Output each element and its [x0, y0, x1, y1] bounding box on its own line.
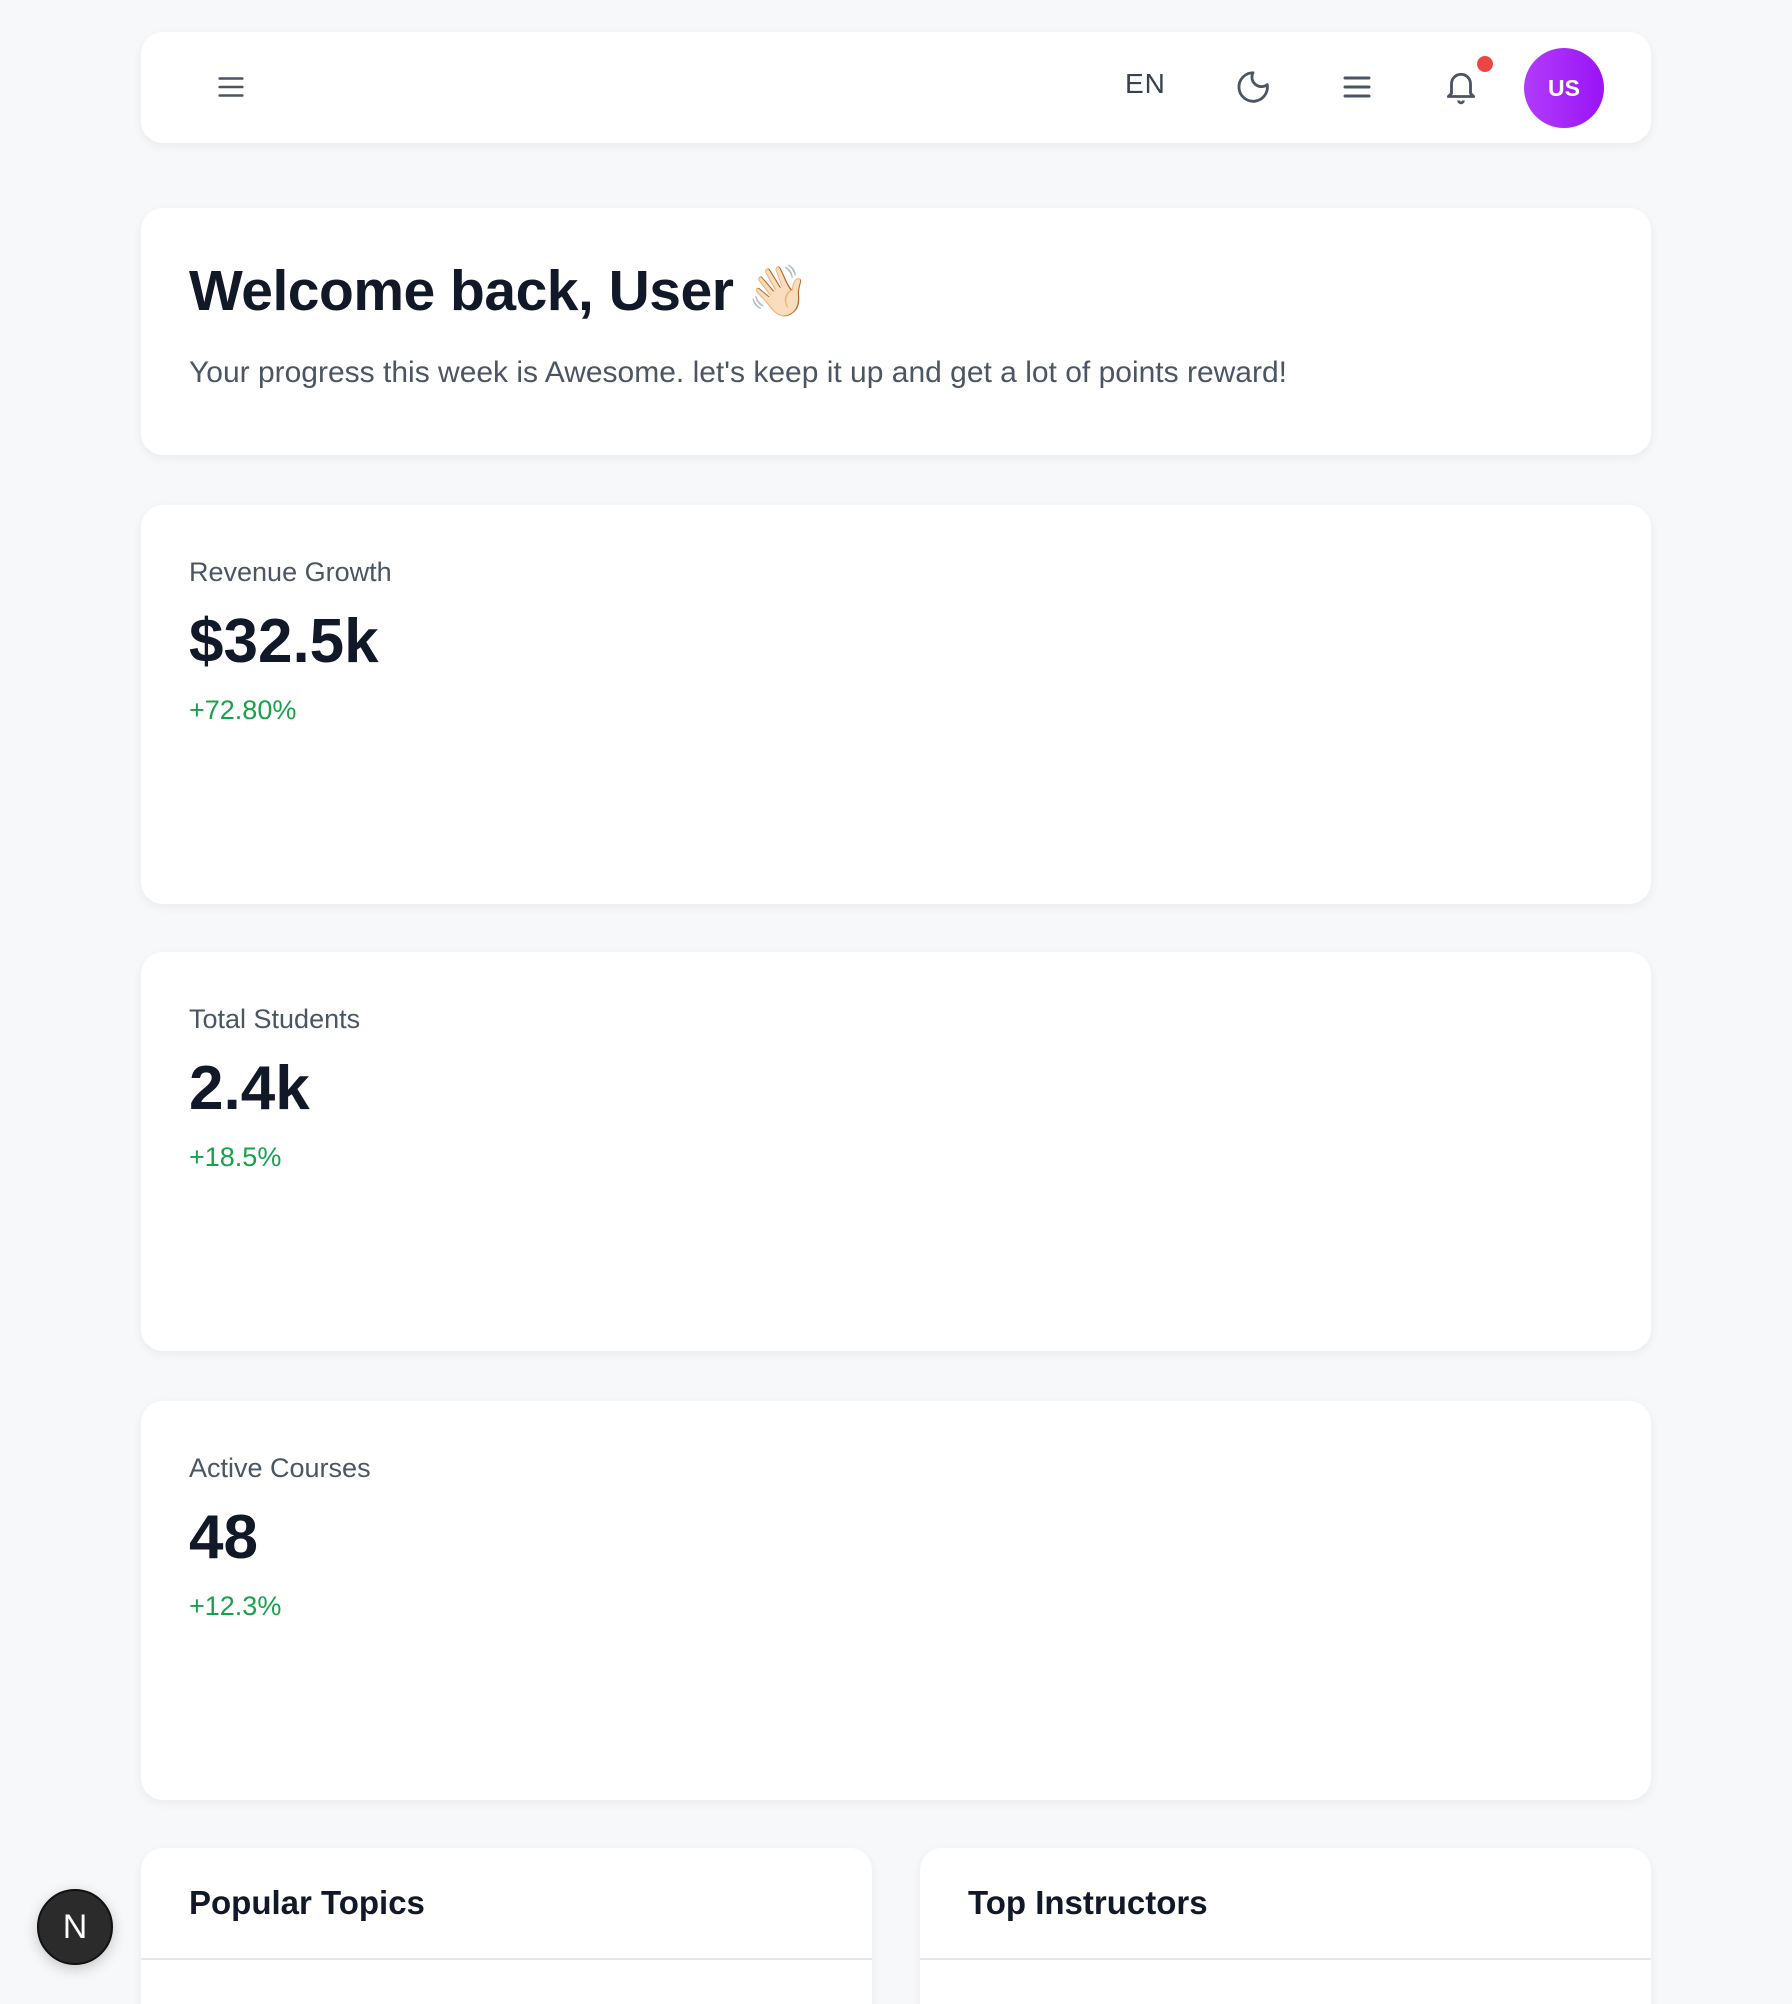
top-instructors-card: Top Instructors — [920, 1848, 1651, 2004]
nextjs-badge-icon[interactable]: N — [37, 1889, 113, 1965]
popular-topics-card: Popular Topics — [141, 1848, 872, 2004]
stat-change: +12.3% — [189, 1591, 282, 1621]
stat-value: $32.5k — [189, 607, 379, 676]
list-icon[interactable] — [1333, 63, 1381, 111]
stat-value: 48 — [189, 1503, 258, 1572]
user-avatar[interactable]: US — [1524, 48, 1604, 128]
notification-dot — [1477, 56, 1493, 72]
moon-icon[interactable] — [1229, 63, 1277, 111]
stat-card-revenue: Revenue Growth $32.5k +72.80% — [141, 505, 1651, 904]
bell-icon[interactable] — [1437, 63, 1485, 111]
welcome-title: Welcome back, User 👋🏻 — [189, 258, 1603, 324]
welcome-title-text: Welcome back, User — [189, 259, 734, 323]
welcome-subtitle: Your progress this week is Awesome. let'… — [189, 356, 1288, 389]
top-instructors-title: Top Instructors — [920, 1848, 1651, 1960]
menu-icon[interactable] — [207, 63, 255, 111]
popular-topics-title: Popular Topics — [141, 1848, 872, 1960]
stat-card-students: Total Students 2.4k +18.5% — [141, 952, 1651, 1351]
stat-label: Total Students — [189, 1004, 361, 1034]
stat-value: 2.4k — [189, 1054, 310, 1123]
stat-change: +18.5% — [189, 1142, 282, 1172]
top-header: EN US — [141, 32, 1651, 143]
welcome-card: Welcome back, User 👋🏻 Your progress this … — [141, 208, 1651, 455]
stat-label: Active Courses — [189, 1453, 371, 1483]
stat-change: +72.80% — [189, 695, 297, 725]
language-selector[interactable]: EN — [1125, 68, 1166, 100]
stat-label: Revenue Growth — [189, 557, 392, 587]
stat-card-courses: Active Courses 48 +12.3% — [141, 1401, 1651, 1800]
waving-hand-icon: 👋🏻 — [747, 262, 810, 319]
